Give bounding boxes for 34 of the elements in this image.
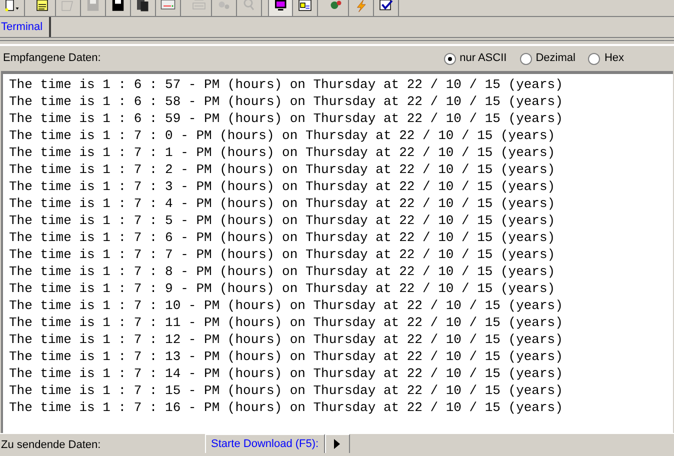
terminal-line: The time is 1 : 7 : 2 - PM (hours) on Thursday at 22 / 10 / 15 (years) [9, 161, 556, 178]
received-data-label: Empfangene Daten: [3, 51, 102, 66]
radio-label[interactable]: nur ASCII [460, 50, 507, 67]
send-data-label: Zu sendende Daten: [0, 438, 102, 452]
terminal-line: The time is 1 : 7 : 8 - PM (hours) on Thursday at 22 / 10 / 15 (years) [9, 263, 556, 280]
play-button[interactable] [324, 434, 350, 453]
play-icon [334, 439, 340, 449]
download-button[interactable]: Starte Download (F5): [205, 434, 325, 453]
radio-label[interactable]: Dezimal [536, 50, 576, 67]
terminal-line: The time is 1 : 7 : 14 - PM (hours) on Thursday at 22 / 10 / 15 (years) [9, 365, 563, 382]
received-data-area[interactable] [1, 71, 673, 433]
terminal-line: The time is 1 : 7 : 5 - PM (hours) on Thursday at 22 / 10 / 15 (years) [9, 212, 556, 229]
terminal-line: The time is 1 : 6 : 58 - PM (hours) on Thursday at 22 / 10 / 15 (years) [9, 93, 563, 110]
radio-button[interactable] [520, 52, 532, 64]
terminal-line: The time is 1 : 6 : 57 - PM (hours) on Thursday at 22 / 10 / 15 (years) [9, 76, 563, 93]
radio-label[interactable]: Hex [604, 50, 624, 67]
terminal-line: The time is 1 : 7 : 11 - PM (hours) on Thursday at 22 / 10 / 15 (years) [9, 314, 563, 331]
terminal-line: The time is 1 : 7 : 13 - PM (hours) on Thursday at 22 / 10 / 15 (years) [9, 348, 563, 365]
terminal-line: The time is 1 : 7 : 12 - PM (hours) on Thursday at 22 / 10 / 15 (years) [9, 331, 563, 348]
terminal-line: The time is 1 : 7 : 9 - PM (hours) on Thursday at 22 / 10 / 15 (years) [9, 280, 556, 297]
toolbar-button[interactable] [268, 0, 293, 16]
terminal-line: The time is 1 : 6 : 59 - PM (hours) on Thursday at 22 / 10 / 15 (years) [9, 110, 563, 127]
terminal-line: The time is 1 : 7 : 0 - PM (hours) on Thursday at 22 / 10 / 15 (years) [9, 127, 556, 144]
radio-button[interactable] [444, 52, 456, 64]
terminal-line: The time is 1 : 7 : 1 - PM (hours) on Thursday at 22 / 10 / 15 (years) [9, 144, 556, 161]
terminal-line: The time is 1 : 7 : 3 - PM (hours) on Thursday at 22 / 10 / 15 (years) [9, 178, 556, 195]
terminal-line: The time is 1 : 7 : 15 - PM (hours) on Thursday at 22 / 10 / 15 (years) [9, 382, 563, 399]
terminal-line: The time is 1 : 7 : 4 - PM (hours) on Thursday at 22 / 10 / 15 (years) [9, 195, 556, 212]
radio-button[interactable] [588, 52, 600, 64]
terminal-line: The time is 1 : 7 : 7 - PM (hours) on Thursday at 22 / 10 / 15 (years) [9, 246, 556, 263]
terminal-tab[interactable]: Terminal [0, 17, 51, 37]
terminal-line: The time is 1 : 7 : 10 - PM (hours) on Thursday at 22 / 10 / 15 (years) [9, 297, 563, 314]
terminal-line: The time is 1 : 7 : 6 - PM (hours) on Thursday at 22 / 10 / 15 (years) [9, 229, 556, 246]
terminal-line: The time is 1 : 7 : 16 - PM (hours) on Thursday at 22 / 10 / 15 (years) [9, 399, 563, 416]
